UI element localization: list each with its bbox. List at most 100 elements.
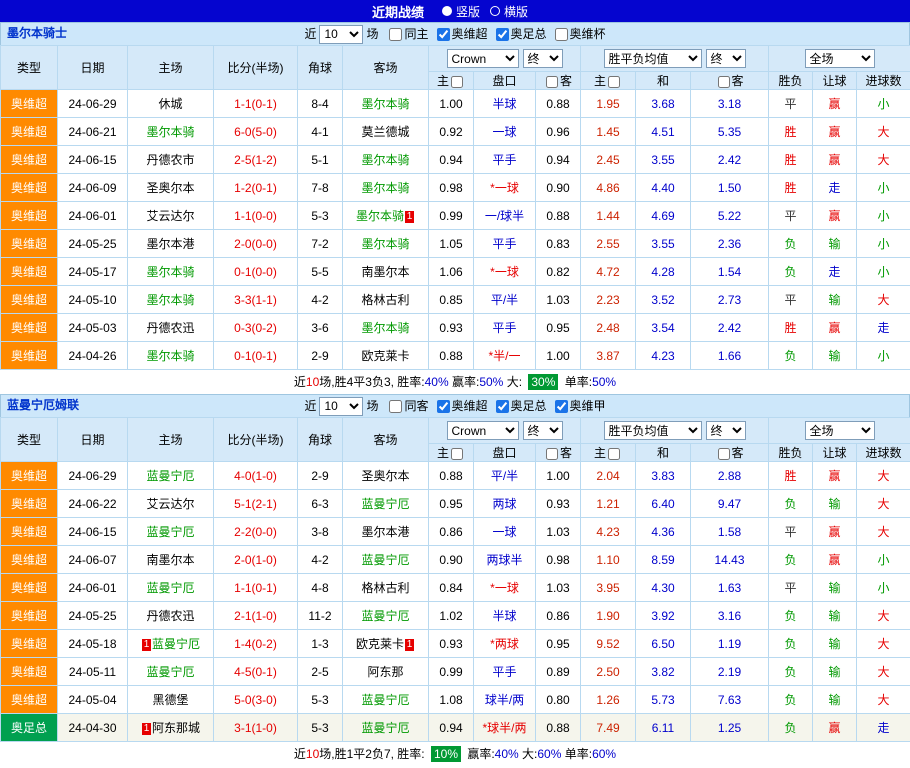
away-team-cell[interactable]: 蓝曼宁厄 xyxy=(343,546,429,574)
home-team-cell[interactable]: 艾云达尔 xyxy=(128,490,214,518)
home-team-cell[interactable]: 1阿东那城 xyxy=(128,714,214,742)
filter-checkbox[interactable] xyxy=(437,400,450,413)
final-odds-select[interactable]: 终 xyxy=(523,421,563,440)
league-cell[interactable]: 奥维超 xyxy=(1,202,58,230)
bookmaker-select[interactable]: Crown xyxy=(447,421,519,440)
league-filter[interactable]: 奥足总 xyxy=(496,24,547,45)
league-filter[interactable]: 奥维甲 xyxy=(555,396,606,417)
away-team-cell[interactable]: 欧克莱卡1 xyxy=(343,630,429,658)
odds-home-checkbox[interactable] xyxy=(451,76,463,88)
team-name-link[interactable]: 蓝曼宁厄姆联 xyxy=(7,395,79,416)
away-team-cell[interactable]: 蓝曼宁厄 xyxy=(343,490,429,518)
home-team-cell[interactable]: 墨尔本骑 xyxy=(128,342,214,370)
away-team-cell[interactable]: 南墨尔本 xyxy=(343,258,429,286)
home-team-cell[interactable]: 1蓝曼宁厄 xyxy=(128,630,214,658)
away-team-cell[interactable]: 墨尔本骑1 xyxy=(343,202,429,230)
away-team-cell[interactable]: 墨尔本骑 xyxy=(343,174,429,202)
away-team-cell[interactable]: 蓝曼宁厄 xyxy=(343,602,429,630)
home-team-cell[interactable]: 丹德农迅 xyxy=(128,314,214,342)
filter-checkbox[interactable] xyxy=(389,28,402,41)
filter-checkbox[interactable] xyxy=(389,400,402,413)
avg-odds-select[interactable]: 胜平负均值 xyxy=(604,49,702,68)
league-cell[interactable]: 奥维超 xyxy=(1,462,58,490)
home-team-cell[interactable]: 墨尔本港 xyxy=(128,230,214,258)
home-team-cell[interactable]: 蓝曼宁厄 xyxy=(128,658,214,686)
away-team-cell[interactable]: 蓝曼宁厄 xyxy=(343,686,429,714)
away-team-cell[interactable]: 墨尔本骑 xyxy=(343,146,429,174)
match-count-select[interactable]: 10 xyxy=(319,397,363,416)
team-name-link[interactable]: 墨尔本骑士 xyxy=(7,23,67,44)
league-cell[interactable]: 奥维超 xyxy=(1,286,58,314)
fulltime-select[interactable]: 全场 xyxy=(805,421,875,440)
odds-home-checkbox[interactable] xyxy=(451,448,463,460)
home-team-cell[interactable]: 蓝曼宁厄 xyxy=(128,518,214,546)
filter-checkbox[interactable] xyxy=(555,28,568,41)
home-team-cell[interactable]: 墨尔本骑 xyxy=(128,118,214,146)
league-filter[interactable]: 奥足总 xyxy=(496,396,547,417)
league-cell[interactable]: 奥维超 xyxy=(1,258,58,286)
away-team-cell[interactable]: 格林古利 xyxy=(343,286,429,314)
avg-away-checkbox[interactable] xyxy=(718,76,730,88)
league-cell[interactable]: 奥维超 xyxy=(1,230,58,258)
avg-home-checkbox[interactable] xyxy=(608,448,620,460)
away-team-cell[interactable]: 墨尔本骑 xyxy=(343,230,429,258)
home-team-cell[interactable]: 南墨尔本 xyxy=(128,546,214,574)
match-count-select[interactable]: 10 xyxy=(319,25,363,44)
home-team-cell[interactable]: 蓝曼宁厄 xyxy=(128,462,214,490)
away-team-cell[interactable]: 阿东那 xyxy=(343,658,429,686)
away-team-cell[interactable]: 圣奥尔本 xyxy=(343,462,429,490)
home-team-cell[interactable]: 丹德农市 xyxy=(128,146,214,174)
league-cell[interactable]: 奥维超 xyxy=(1,602,58,630)
away-team-cell[interactable]: 莫兰德城 xyxy=(343,118,429,146)
league-filter[interactable]: 奥维超 xyxy=(437,396,488,417)
fulltime-select[interactable]: 全场 xyxy=(805,49,875,68)
layout-radio[interactable]: 竖版 xyxy=(442,3,480,20)
home-team-cell[interactable]: 艾云达尔 xyxy=(128,202,214,230)
league-filter[interactable]: 奥维超 xyxy=(437,24,488,45)
league-cell[interactable]: 奥足总 xyxy=(1,714,58,742)
league-cell[interactable]: 奥维超 xyxy=(1,518,58,546)
filter-checkbox[interactable] xyxy=(555,400,568,413)
home-team-cell[interactable]: 黑德堡 xyxy=(128,686,214,714)
final-avg-select[interactable]: 终 xyxy=(706,421,746,440)
final-odds-select[interactable]: 终 xyxy=(523,49,563,68)
league-cell[interactable]: 奥维超 xyxy=(1,146,58,174)
league-cell[interactable]: 奥维超 xyxy=(1,118,58,146)
avg-odds-select[interactable]: 胜平负均值 xyxy=(604,421,702,440)
league-cell[interactable]: 奥维超 xyxy=(1,686,58,714)
league-cell[interactable]: 奥维超 xyxy=(1,630,58,658)
league-cell[interactable]: 奥维超 xyxy=(1,658,58,686)
odds-away-checkbox[interactable] xyxy=(546,448,558,460)
away-team-cell[interactable]: 欧克莱卡 xyxy=(343,342,429,370)
away-team-cell[interactable]: 墨尔本港 xyxy=(343,518,429,546)
away-team-cell[interactable]: 格林古利 xyxy=(343,574,429,602)
bookmaker-select[interactable]: Crown xyxy=(447,49,519,68)
league-filter[interactable]: 奥维杯 xyxy=(555,24,606,45)
filter-checkbox[interactable] xyxy=(496,400,509,413)
home-team-cell[interactable]: 墨尔本骑 xyxy=(128,258,214,286)
filter-checkbox[interactable] xyxy=(496,28,509,41)
odds-away-checkbox[interactable] xyxy=(546,76,558,88)
away-team-cell[interactable]: 墨尔本骑 xyxy=(343,90,429,118)
league-filter[interactable]: 同主 xyxy=(389,24,428,45)
league-cell[interactable]: 奥维超 xyxy=(1,342,58,370)
avg-away-checkbox[interactable] xyxy=(718,448,730,460)
home-team-cell[interactable]: 丹德农迅 xyxy=(128,602,214,630)
away-team-cell[interactable]: 墨尔本骑 xyxy=(343,314,429,342)
layout-radio[interactable]: 横版 xyxy=(490,3,528,20)
league-cell[interactable]: 奥维超 xyxy=(1,90,58,118)
final-avg-select[interactable]: 终 xyxy=(706,49,746,68)
league-cell[interactable]: 奥维超 xyxy=(1,174,58,202)
league-cell[interactable]: 奥维超 xyxy=(1,546,58,574)
filter-checkbox[interactable] xyxy=(437,28,450,41)
away-team-cell[interactable]: 蓝曼宁厄 xyxy=(343,714,429,742)
home-team-cell[interactable]: 墨尔本骑 xyxy=(128,286,214,314)
home-team-cell[interactable]: 休城 xyxy=(128,90,214,118)
league-cell[interactable]: 奥维超 xyxy=(1,490,58,518)
home-team-cell[interactable]: 圣奥尔本 xyxy=(128,174,214,202)
avg-home-checkbox[interactable] xyxy=(608,76,620,88)
home-team-cell[interactable]: 蓝曼宁厄 xyxy=(128,574,214,602)
league-filter[interactable]: 同客 xyxy=(389,396,428,417)
league-cell[interactable]: 奥维超 xyxy=(1,574,58,602)
league-cell[interactable]: 奥维超 xyxy=(1,314,58,342)
